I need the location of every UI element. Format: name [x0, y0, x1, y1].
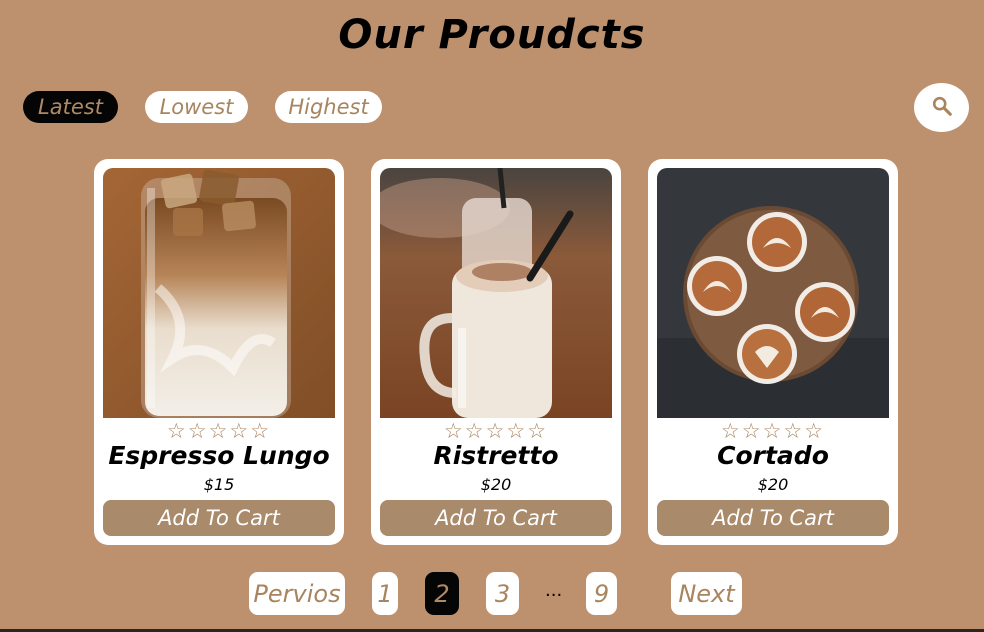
product-price: $15	[203, 475, 235, 494]
product-price: $20	[757, 475, 789, 494]
star-rating[interactable]: ☆☆☆☆☆	[371, 419, 621, 443]
pagination-ellipsis: ...	[545, 580, 563, 601]
product-name: Ristretto	[433, 441, 559, 470]
add-to-cart-button[interactable]: Add To Cart	[103, 500, 335, 536]
product-card: ☆☆☆☆☆ Cortado $20 Add To Cart	[648, 159, 898, 545]
product-price: $20	[480, 475, 512, 494]
pagination-page-9[interactable]: 9	[586, 572, 617, 615]
page-title: Our Proudcts	[338, 12, 646, 58]
product-image-milkshake	[380, 168, 612, 418]
pagination-page-2[interactable]: 2	[425, 572, 459, 615]
product-card: ☆☆☆☆☆ Ristretto $20 Add To Cart	[371, 159, 621, 545]
pagination-next-button[interactable]: Next	[671, 572, 742, 615]
pagination-page-1[interactable]: 1	[372, 572, 398, 615]
sort-latest-button[interactable]: Latest	[23, 91, 118, 123]
pagination-page-3[interactable]: 3	[486, 572, 519, 615]
product-image-latte-art	[657, 168, 889, 418]
star-rating[interactable]: ☆☆☆☆☆	[648, 419, 898, 443]
pagination-previous-button[interactable]: Pervios	[249, 572, 345, 615]
sort-lowest-button[interactable]: Lowest	[145, 91, 248, 123]
product-card: ☆☆☆☆☆ Espresso Lungo $15 Add To Cart	[94, 159, 344, 545]
product-name: Cortado	[717, 441, 829, 470]
star-rating[interactable]: ☆☆☆☆☆	[94, 419, 344, 443]
product-name: Espresso Lungo	[108, 441, 330, 470]
search-button[interactable]	[914, 83, 969, 132]
add-to-cart-button[interactable]: Add To Cart	[380, 500, 612, 536]
product-image-iced-coffee	[103, 168, 335, 418]
search-icon	[931, 95, 953, 121]
sort-highest-button[interactable]: Highest	[275, 91, 382, 123]
add-to-cart-button[interactable]: Add To Cart	[657, 500, 889, 536]
